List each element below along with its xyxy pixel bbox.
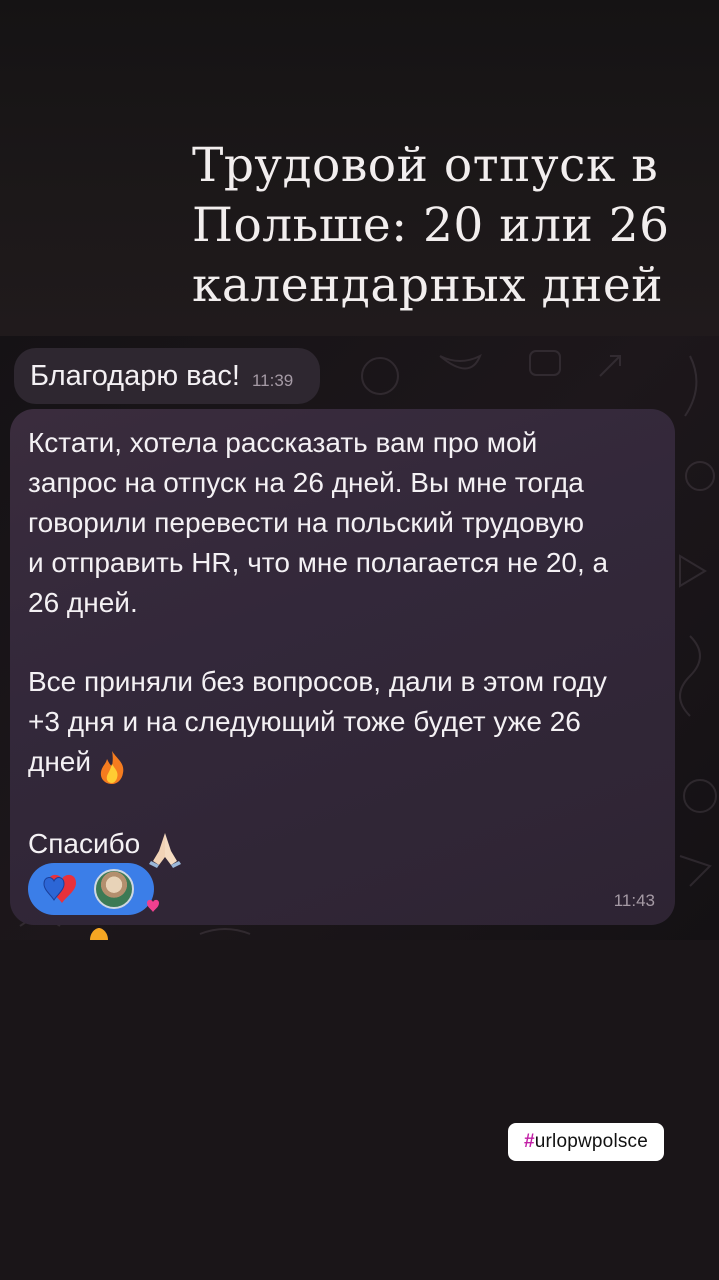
message-paragraph-1: Кстати, хотела рассказать вам про мой за… [28,427,609,618]
message-bubble-story: Кстати, хотела рассказать вам про мой за… [10,409,675,925]
hashtag-sticker[interactable]: # urlopwpolsce [508,1123,664,1161]
story-header: Трудовой отпуск в Польше: 20 или 26 кале… [0,0,719,336]
small-heart-icon [147,899,159,912]
hashtag-symbol: # [523,1131,535,1152]
heart-emoji-icon [43,874,76,903]
reaction-avatar [94,869,134,909]
message-time: 11:43 [613,891,655,910]
story-title: Трудовой отпуск в Польше: 20 или 26 кале… [192,138,670,313]
praying-hands-icon [148,832,181,868]
message-time: 11:39 [251,371,294,390]
chat-screenshot: Благодарю вас! 11:39 Кстати, хотела расс… [0,336,719,940]
partial-emoji-icon [90,928,108,940]
fire-icon [101,750,124,784]
hashtag-text: urlopwpolsce [534,1131,649,1152]
message-text: Благодарю вас! [30,359,240,392]
message-bubble-thanks: Благодарю вас! 11:39 [14,348,320,404]
message-reactions[interactable] [28,863,154,915]
message-paragraph-3: Спасибо [28,827,141,859]
